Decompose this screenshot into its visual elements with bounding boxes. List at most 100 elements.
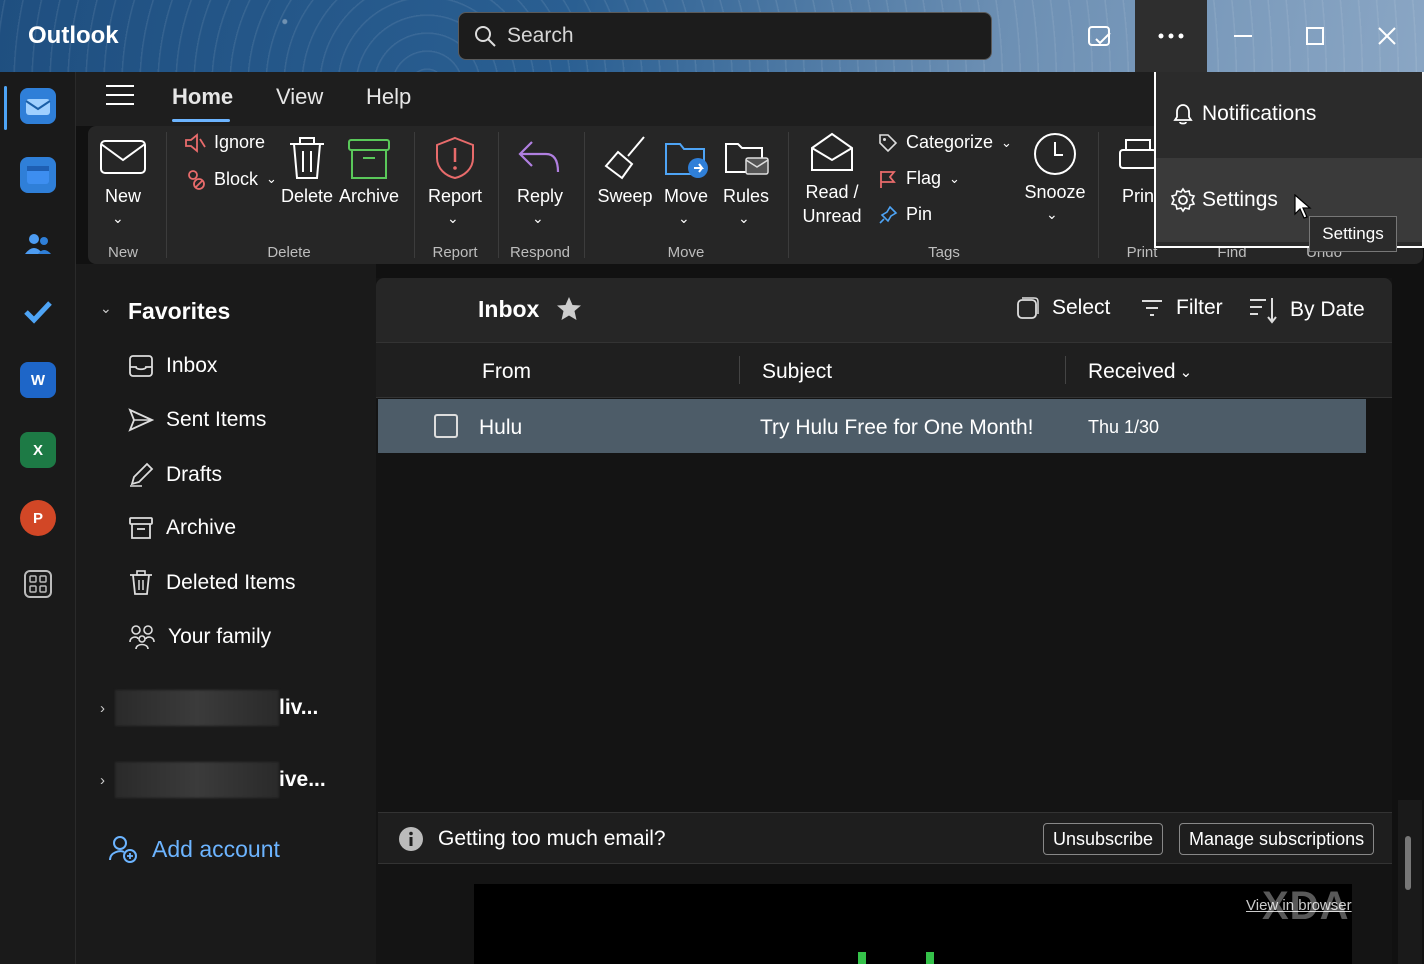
- block-user-icon: [188, 170, 205, 190]
- new-chevron-icon[interactable]: ⌄: [112, 210, 124, 227]
- move-chevron-icon[interactable]: ⌄: [678, 210, 690, 227]
- ribbon-separator: [788, 132, 789, 258]
- column-from[interactable]: From: [482, 360, 531, 384]
- account-2[interactable]: › ive...: [100, 762, 326, 798]
- scrollbar-thumb[interactable]: [1405, 836, 1411, 890]
- pin-icon: [879, 205, 898, 224]
- group-new: New: [107, 244, 138, 261]
- rules-chevron-icon[interactable]: ⌄: [738, 210, 750, 227]
- xda-watermark: XDA: [1262, 884, 1350, 928]
- column-received[interactable]: Received ⌄: [1088, 360, 1192, 384]
- read-unread-icon: [810, 130, 854, 179]
- new-button[interactable]: New: [96, 186, 150, 207]
- minimize-icon: [1234, 35, 1252, 37]
- column-subject[interactable]: Subject: [762, 360, 832, 384]
- word-app-icon[interactable]: W: [20, 362, 56, 398]
- filter-icon: [1142, 300, 1162, 316]
- ignore-icon: [185, 132, 206, 153]
- folder-deleted-items[interactable]: Deleted Items: [128, 570, 296, 596]
- redacted-email: [115, 762, 279, 798]
- delete-button[interactable]: Delete: [280, 186, 334, 207]
- calendar-app-icon[interactable]: [20, 157, 56, 193]
- archive-icon: [348, 138, 390, 185]
- report-button[interactable]: Report: [424, 186, 486, 207]
- row-checkbox[interactable]: [434, 414, 458, 438]
- move-button[interactable]: Move: [660, 186, 712, 207]
- search-icon: [475, 26, 496, 47]
- minimize-button[interactable]: [1208, 0, 1278, 72]
- ignore-button[interactable]: Ignore: [184, 132, 265, 153]
- todo-app-icon[interactable]: [20, 294, 56, 330]
- pin-button[interactable]: Pin: [878, 204, 932, 225]
- archive-button[interactable]: Archive: [338, 186, 400, 207]
- excel-app-icon[interactable]: X: [20, 432, 56, 468]
- menu-item-notifications[interactable]: Notifications: [1156, 72, 1422, 156]
- calendar-check-icon: [1088, 26, 1111, 46]
- sweep-button[interactable]: Sweep: [596, 186, 654, 207]
- close-icon: [1378, 27, 1396, 45]
- hamburger-menu-button[interactable]: [106, 84, 134, 111]
- read-unread-button-line2[interactable]: Unread: [800, 206, 864, 227]
- close-button[interactable]: [1352, 0, 1422, 72]
- mail-app-icon[interactable]: [20, 88, 56, 124]
- bell-icon: [1173, 104, 1193, 125]
- favorites-collapse-icon[interactable]: ⌄: [100, 300, 112, 317]
- favorites-header[interactable]: Favorites: [128, 298, 230, 325]
- search-box[interactable]: Search: [458, 12, 992, 60]
- list-title: Inbox: [478, 296, 540, 322]
- more-apps-icon[interactable]: [20, 566, 56, 602]
- banner-text: Getting too much email?: [438, 827, 666, 850]
- folder-inbox[interactable]: Inbox: [128, 354, 217, 378]
- send-icon: [128, 408, 154, 432]
- report-chevron-icon[interactable]: ⌄: [447, 210, 459, 227]
- group-delete: Delete: [267, 244, 311, 261]
- categorize-button[interactable]: Categorize ⌄: [878, 132, 1012, 153]
- sort-icon: [1250, 298, 1277, 324]
- my-day-button[interactable]: [1070, 0, 1130, 72]
- snooze-chevron-icon[interactable]: ⌄: [1046, 206, 1058, 223]
- sweep-broom-icon: [604, 134, 648, 185]
- unsubscribe-button[interactable]: Unsubscribe: [1043, 823, 1164, 855]
- read-unread-button[interactable]: Read /: [800, 182, 864, 203]
- reply-button[interactable]: Reply: [512, 186, 568, 207]
- tab-view[interactable]: View: [276, 84, 323, 110]
- trash-icon: [288, 136, 326, 185]
- powerpoint-app-icon[interactable]: P: [20, 500, 56, 536]
- tab-home[interactable]: Home: [172, 84, 233, 110]
- folder-sent-items[interactable]: Sent Items: [128, 408, 266, 432]
- ribbon-separator: [414, 132, 415, 258]
- sort-chevron-icon: ⌄: [1179, 364, 1193, 381]
- select-icon: [1017, 297, 1039, 319]
- folder-archive[interactable]: Archive: [128, 516, 236, 540]
- hamburger-icon: [106, 85, 134, 105]
- snooze-button[interactable]: Snooze: [1022, 182, 1088, 203]
- pencil-icon: [130, 462, 154, 487]
- flag-button[interactable]: Flag ⌄: [878, 168, 960, 189]
- rules-button[interactable]: Rules: [720, 186, 772, 207]
- block-button[interactable]: Block ⌄: [184, 168, 277, 190]
- tab-help[interactable]: Help: [366, 84, 411, 110]
- column-separator[interactable]: [1065, 356, 1066, 384]
- folder-your-family[interactable]: Your family: [128, 624, 271, 650]
- column-separator[interactable]: [739, 356, 740, 384]
- add-account-button[interactable]: Add account: [108, 834, 280, 864]
- expand-chevron-icon[interactable]: ›: [100, 772, 105, 789]
- row-received: Thu 1/30: [1088, 417, 1160, 437]
- expand-chevron-icon[interactable]: ›: [100, 700, 105, 717]
- preview-graphic: [926, 952, 934, 964]
- star-icon[interactable]: [556, 296, 582, 327]
- filter-button[interactable]: Filter: [1140, 296, 1223, 320]
- preview-graphic: [858, 952, 866, 964]
- people-app-icon[interactable]: [20, 226, 56, 262]
- print-button[interactable]: Prin: [1122, 186, 1154, 207]
- more-options-button[interactable]: [1135, 0, 1207, 72]
- maximize-icon: [1306, 27, 1324, 45]
- folder-drafts[interactable]: Drafts: [128, 462, 222, 488]
- manage-subscriptions-button[interactable]: Manage subscriptions: [1179, 823, 1375, 855]
- email-preview: [474, 884, 1352, 964]
- sort-button[interactable]: By Date: [1248, 296, 1365, 324]
- account-1[interactable]: › liv...: [100, 690, 318, 726]
- reply-chevron-icon[interactable]: ⌄: [532, 210, 544, 227]
- maximize-button[interactable]: [1280, 0, 1350, 72]
- select-button[interactable]: Select: [1016, 296, 1110, 320]
